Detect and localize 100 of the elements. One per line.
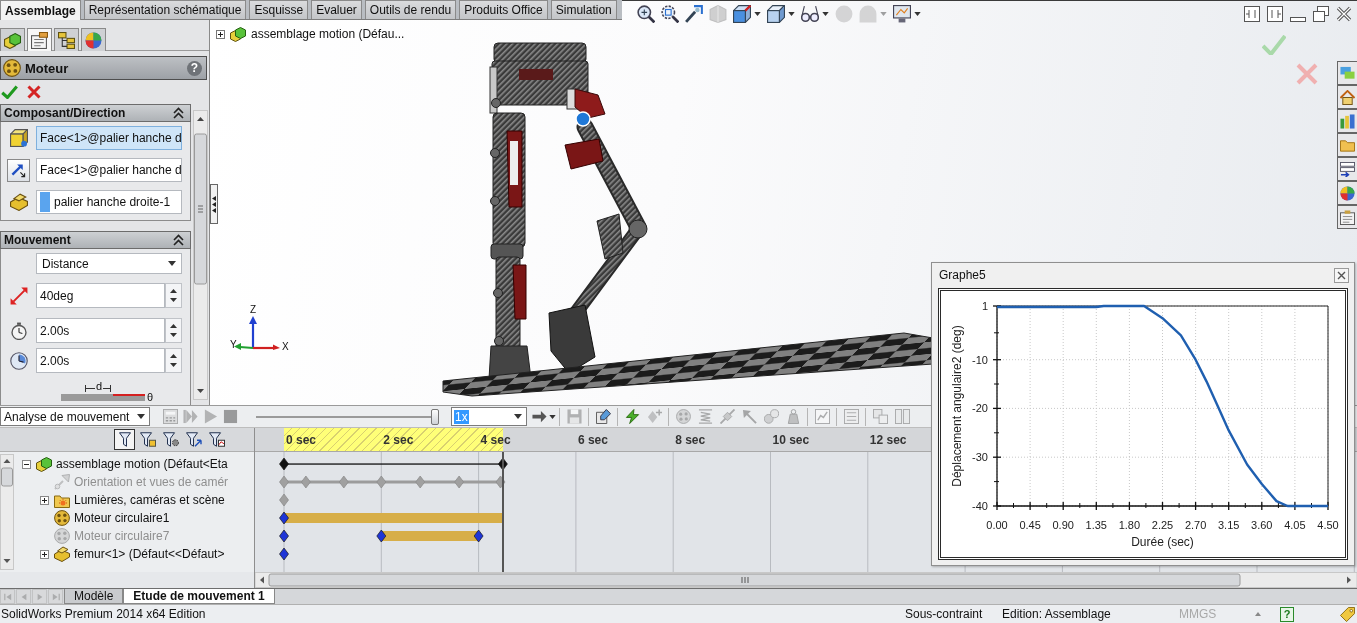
right-arrow-icon: [532, 409, 547, 424]
study-tab[interactable]: Modèle: [64, 589, 124, 604]
tick-label: -10: [972, 353, 988, 366]
manager-tab[interactable]: [27, 28, 52, 51]
tick-label: 1.35: [1085, 519, 1107, 531]
slider-thumb[interactable]: [431, 408, 439, 425]
window-tile-v-button[interactable]: [1266, 5, 1283, 22]
check-icon: [1, 85, 18, 99]
spring-icon: [697, 409, 713, 424]
panel-collapse-handle[interactable]: [210, 184, 218, 224]
tick-label: -30: [972, 451, 988, 464]
window-tile-h-button[interactable]: [1243, 5, 1260, 22]
display-style-button[interactable]: [766, 4, 796, 24]
filter-button[interactable]: [160, 429, 181, 450]
task-pane-tab[interactable]: [1337, 205, 1357, 229]
function-dropdown[interactable]: Distance: [36, 253, 182, 274]
plus-box-icon[interactable]: [40, 549, 49, 559]
reverse-direction-button[interactable]: [7, 158, 30, 182]
view-orientation-button[interactable]: [732, 4, 762, 24]
caret-icon: [137, 414, 145, 419]
task-pane-tab[interactable]: [1337, 109, 1357, 133]
plot-icon: [814, 409, 830, 424]
tick-label: 1: [981, 300, 988, 312]
manager-tab[interactable]: [54, 28, 79, 51]
caret-icon[interactable]: [1255, 612, 1261, 616]
time-label: 10 sec: [772, 433, 810, 447]
minus-box-icon[interactable]: [22, 459, 31, 469]
filter-button[interactable]: [183, 429, 204, 450]
tree-root-label[interactable]: assemblage motion (Défau...: [251, 27, 405, 41]
group-header[interactable]: Mouvement: [0, 231, 191, 249]
window-restore-button[interactable]: [1312, 5, 1329, 22]
face-selection-field[interactable]: Face<1>@palier hanche d: [36, 126, 182, 150]
task-pane-tab[interactable]: [1337, 181, 1357, 205]
component-field[interactable]: palier hanche droite-1: [36, 190, 182, 214]
study-tab[interactable]: Etude de mouvement 1: [123, 589, 275, 604]
duration-field[interactable]: 2.00s: [36, 348, 165, 373]
direction-field[interactable]: Face<1>@palier hanche d: [36, 158, 182, 182]
close-icon: [1337, 270, 1346, 280]
manager-tab[interactable]: [0, 28, 25, 51]
vertical-scrollbar[interactable]: [0, 454, 14, 570]
ribbon-tab[interactable]: Esquisse: [249, 0, 309, 19]
ribbon-tab[interactable]: Assemblage: [0, 0, 81, 20]
horizontal-scrollbar[interactable]: [255, 572, 1357, 588]
vertical-scrollbar[interactable]: [193, 110, 208, 400]
manager-tab[interactable]: [81, 28, 106, 51]
tree-item-label[interactable]: Lumières, caméras et scène: [74, 493, 225, 507]
double-chevron-icon[interactable]: [173, 234, 184, 246]
filter-button[interactable]: [137, 429, 158, 450]
left-arrow-icon: [19, 592, 28, 601]
task-pane-tab[interactable]: [1337, 133, 1357, 157]
caret-icon: [822, 12, 829, 16]
timeline-slider[interactable]: [256, 406, 439, 427]
spin-button[interactable]: [165, 348, 182, 373]
keyframe-icon[interactable]: [376, 529, 387, 543]
task-pane-tab[interactable]: [1337, 61, 1357, 85]
spin-button[interactable]: [165, 318, 182, 343]
hide-show-button[interactable]: [800, 4, 830, 24]
tree-item-label[interactable]: femur<1> (Défaut<<Défaut>: [74, 547, 225, 561]
keyframe-icon[interactable]: [279, 529, 289, 543]
filter-button[interactable]: [114, 429, 135, 450]
study-type-dropdown[interactable]: Analyse de mouvement: [0, 407, 150, 426]
keyframe-icon[interactable]: [279, 547, 289, 561]
zoom-fit-button[interactable]: [636, 4, 656, 24]
keyframe-icon[interactable]: [279, 457, 289, 471]
view-settings-button[interactable]: [892, 4, 922, 24]
ribbon-tab[interactable]: Produits Office: [459, 0, 548, 19]
help-button[interactable]: ?: [187, 60, 202, 76]
cancel-button[interactable]: [27, 85, 41, 99]
group-header[interactable]: Composant/Direction: [0, 104, 191, 122]
ribbon-tab[interactable]: Simulation: [550, 0, 617, 19]
ribbon-tab[interactable]: Représentation schématique: [83, 0, 247, 19]
duration-bar[interactable]: [381, 531, 479, 541]
pencil-square-icon: [595, 409, 611, 424]
ribbon-tab[interactable]: Outils de rendu: [364, 0, 457, 19]
time-label: 4 sec: [480, 433, 511, 447]
task-pane-tab[interactable]: [1337, 85, 1357, 109]
ribbon-tab[interactable]: Evaluer: [311, 0, 362, 19]
spin-button[interactable]: [165, 283, 182, 308]
time-label: 2 sec: [383, 433, 414, 447]
double-chevron-icon[interactable]: [173, 107, 184, 119]
distance-field[interactable]: 40deg: [36, 283, 165, 308]
keyframe-icon[interactable]: [473, 529, 484, 543]
dimension-arrow-icon: [9, 286, 28, 305]
zoom-area-button[interactable]: [660, 4, 680, 24]
task-pane-tab[interactable]: [1337, 157, 1357, 181]
ok-button[interactable]: [1, 85, 18, 99]
color-sphere-icon: [85, 31, 102, 49]
window-close-button[interactable]: [1335, 5, 1352, 22]
tree-item-label[interactable]: assemblage motion (Défaut<Eta: [56, 457, 228, 471]
start-time-field[interactable]: 2.00s: [36, 318, 165, 343]
previous-view-button[interactable]: [684, 4, 704, 24]
keyframe-icon[interactable]: [279, 511, 289, 525]
plus-box-icon[interactable]: [216, 29, 225, 39]
close-button[interactable]: [1334, 267, 1349, 283]
right-arrow-icon: [35, 592, 44, 601]
plus-box-icon[interactable]: [40, 495, 49, 505]
group-title: Composant/Direction: [4, 106, 126, 120]
filter-button[interactable]: [206, 429, 227, 450]
tree-item-label[interactable]: Moteur circulaire1: [74, 511, 170, 525]
help-button[interactable]: ?: [1280, 606, 1294, 622]
